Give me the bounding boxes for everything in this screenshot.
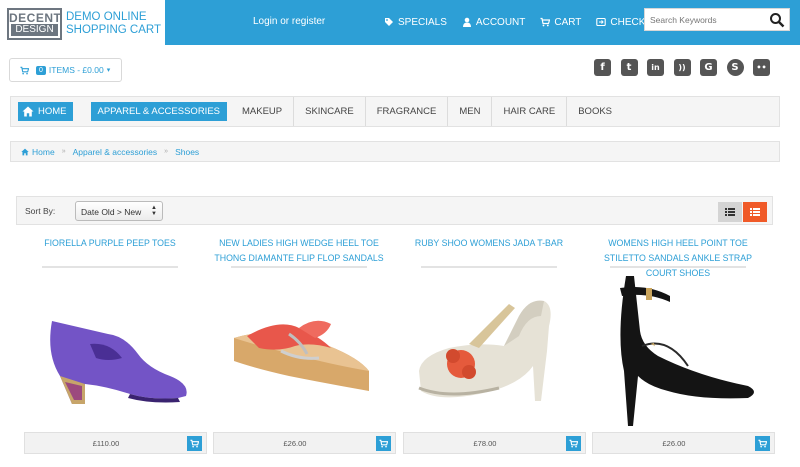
product-image[interactable] [409, 276, 569, 426]
add-to-cart-button[interactable] [187, 436, 202, 451]
product-card: WOMENS HIGH HEEL POINT TOE STILETTO SAND… [588, 236, 775, 461]
nav-men[interactable]: MEN [447, 97, 491, 126]
cart-count-badge: 0 [36, 65, 46, 75]
user-icon [462, 17, 471, 27]
logo-badge: DECENT DESIGN [7, 8, 62, 40]
nav-skincare[interactable]: SKINCARE [293, 97, 365, 126]
search-icon[interactable] [769, 12, 785, 28]
cart-label: CART [554, 16, 582, 28]
search-box [644, 8, 790, 31]
product-title[interactable]: RUBY SHOO WOMENS JADA T-BAR [399, 236, 579, 251]
chevron-down-icon: ▾ [106, 67, 111, 74]
breadcrumb-shoes[interactable]: Shoes [175, 147, 199, 157]
skype-icon[interactable]: S [726, 59, 744, 76]
grid-icon [750, 208, 760, 216]
sort-label: Sort By: [25, 206, 56, 216]
specials-link[interactable]: SPECIALS [384, 17, 447, 28]
account-label: ACCOUNT [475, 16, 526, 28]
product-title[interactable]: FIORELLA PURPLE PEEP TOES [20, 236, 200, 251]
product-price-bar: £110.00 [24, 432, 207, 454]
breadcrumb-apparel[interactable]: Apparel & accessories [73, 147, 158, 157]
rss-icon[interactable]: )) [673, 59, 691, 76]
product-price-bar: £78.00 [403, 432, 586, 454]
select-arrows-icon: ▲ ▼ [151, 205, 157, 217]
mini-cart-dropdown[interactable]: 0 ITEMS - £0.00 ▾ [9, 58, 122, 82]
list-view-button[interactable] [718, 202, 742, 222]
nav-hair-care[interactable]: HAIR CARE [491, 97, 566, 126]
twitter-icon[interactable]: t [620, 59, 638, 76]
search-input[interactable] [650, 13, 765, 27]
nav-makeup[interactable]: MAKEUP [231, 97, 293, 126]
nav-fragrance[interactable]: FRAGRANCE [364, 97, 448, 126]
google-icon[interactable]: G [700, 59, 717, 76]
logo-tagline-line1: DEMO ONLINE [66, 11, 147, 23]
logo-word-bottom: DESIGN [11, 24, 58, 36]
account-link[interactable]: ACCOUNT [462, 17, 525, 28]
sort-select[interactable]: Date Old > New ▲ ▼ [75, 201, 163, 221]
nav-home[interactable]: HOME [18, 102, 73, 121]
social-links: f t in )) G S •• [594, 59, 780, 76]
cart-icon [758, 439, 767, 448]
product-price: £26.00 [283, 439, 307, 448]
top-nav: SPECIALS ACCOUNT CART CHECKOUT [384, 15, 682, 29]
breadcrumb-separator: » [164, 148, 169, 155]
sort-selected-value: Date Old > New [81, 207, 142, 217]
product-card: RUBY SHOO WOMENS JADA T-BAR £78.00 [399, 236, 586, 461]
cart-icon [190, 439, 199, 448]
product-price: £26.00 [662, 439, 686, 448]
divider [231, 266, 367, 268]
linkedin-icon[interactable]: in [647, 59, 664, 76]
product-price-bar: £26.00 [213, 432, 396, 454]
divider [42, 266, 178, 268]
product-card: FIORELLA PURPLE PEEP TOES £110.00 [20, 236, 207, 461]
divider [610, 266, 746, 268]
logo-word-top: DECENT [9, 11, 62, 25]
cart-icon [379, 439, 388, 448]
cart-link[interactable]: CART [540, 17, 581, 28]
checkout-icon [596, 17, 607, 27]
product-image[interactable] [30, 276, 190, 426]
grid-view-button[interactable] [743, 202, 767, 222]
sort-toolbar: Sort By: Date Old > New ▲ ▼ [16, 196, 773, 225]
facebook-icon[interactable]: f [594, 59, 611, 76]
main-nav: HOME APPAREL & ACCESSORIES MAKEUP SKINCA… [10, 96, 780, 127]
home-icon [21, 148, 29, 155]
nav-home-label: HOME [38, 106, 67, 117]
home-icon [22, 106, 34, 117]
product-price-bar: £26.00 [592, 432, 775, 454]
breadcrumb-separator: » [61, 148, 66, 155]
product-image[interactable] [219, 276, 379, 426]
breadcrumb: Home » Apparel & accessories » Shoes [10, 141, 780, 162]
specials-label: SPECIALS [398, 16, 447, 28]
login-register-link[interactable]: Login or register [253, 16, 325, 27]
svg-text:☙: ☙ [649, 340, 658, 349]
logo-tagline: DEMO ONLINE SHOPPING CART [66, 11, 164, 37]
breadcrumb-home[interactable]: Home [32, 147, 55, 157]
flickr-icon[interactable]: •• [753, 59, 770, 76]
cart-total-label: ITEMS - £0.00 [48, 65, 104, 75]
cart-icon [20, 66, 29, 74]
logo-tagline-line2: SHOPPING CART [66, 24, 161, 36]
tag-icon [385, 18, 393, 26]
add-to-cart-button[interactable] [566, 436, 581, 451]
top-header: DECENT DESIGN DEMO ONLINE SHOPPING CART … [0, 0, 800, 45]
cart-icon [569, 439, 578, 448]
add-to-cart-button[interactable] [755, 436, 770, 451]
logo[interactable]: DECENT DESIGN DEMO ONLINE SHOPPING CART [0, 0, 165, 45]
list-icon [725, 208, 735, 216]
product-price: £78.00 [473, 439, 497, 448]
cart-icon [540, 17, 551, 27]
product-title[interactable]: WOMENS HIGH HEEL POINT TOE STILETTO SAND… [588, 236, 768, 281]
product-price: £110.00 [92, 439, 120, 448]
product-image[interactable]: ☙ [598, 276, 758, 426]
nav-apparel-accessories[interactable]: APPAREL & ACCESSORIES [90, 102, 227, 121]
product-title[interactable]: NEW LADIES HIGH WEDGE HEEL TOE THONG DIA… [209, 236, 389, 266]
add-to-cart-button[interactable] [376, 436, 391, 451]
product-card: NEW LADIES HIGH WEDGE HEEL TOE THONG DIA… [209, 236, 396, 461]
divider [421, 266, 557, 268]
nav-books[interactable]: BOOKS [566, 97, 623, 126]
